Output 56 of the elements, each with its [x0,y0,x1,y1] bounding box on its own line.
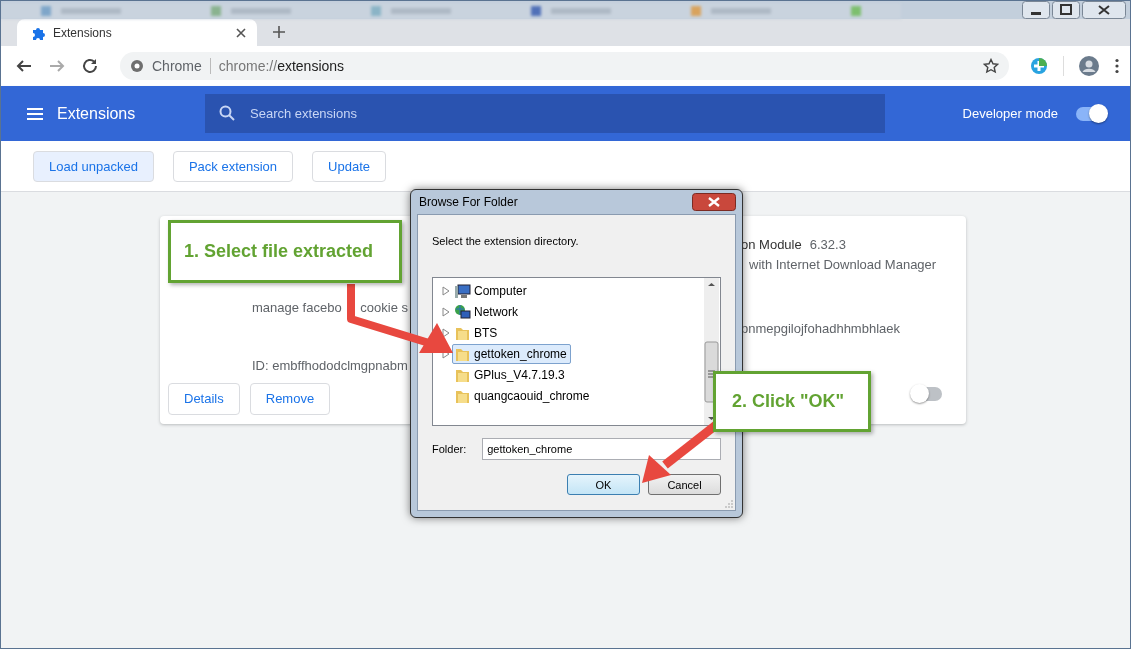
close-button[interactable] [1082,1,1126,19]
resize-grip-icon [725,500,733,508]
computer-icon [454,282,471,299]
search-icon [219,105,235,121]
reload-icon[interactable] [81,57,99,75]
toolbar-button[interactable]: Load unpacked [33,150,154,182]
star-icon[interactable] [983,58,999,74]
menu-icon[interactable] [27,107,43,120]
callout-label: 1. Select file extracted [168,220,402,283]
description-text: cookie s [360,299,408,315]
tab-title: Extensions [53,25,113,40]
dialog-button[interactable]: OK [567,474,640,495]
tree-item[interactable]: GPlus_V4.7.19.3 [452,364,569,385]
instruction-text: Select the extension directory. [432,235,580,247]
chrome-icon [130,59,144,73]
toolbar-button[interactable]: Update [312,150,386,182]
url-text: chrome://extensions [218,58,345,74]
expand-icon[interactable] [442,327,450,338]
description-text: with Internet Download Manager [749,256,937,272]
site-label: Chrome [152,58,202,74]
puzzle-icon [31,25,45,40]
extension-toggle[interactable] [912,387,942,401]
browser-tab[interactable]: Extensions [17,19,257,46]
close-icon[interactable] [235,26,247,39]
expand-icon[interactable] [442,285,450,296]
avatar-icon[interactable] [1079,56,1099,76]
card-button[interactable]: Remove [249,382,331,415]
page-title: Extensions [57,104,137,123]
dialog-button[interactable]: Cancel [648,474,721,495]
network-icon [454,303,471,320]
minimize-button[interactable] [1022,1,1050,19]
new-tab-icon[interactable] [271,24,287,40]
developer-mode-label: Developer mode [962,106,1058,121]
description-text: manage facebo [252,299,342,315]
expand-icon[interactable] [442,306,450,317]
extension-icon[interactable] [1030,57,1048,75]
close-button[interactable] [692,193,736,211]
folder-field[interactable]: gettoken_chrome [482,438,721,460]
tree-item[interactable]: Network [452,301,522,322]
tree-item[interactable]: BTS [452,322,502,343]
toolbar-button[interactable]: Pack extension [172,150,294,182]
tree-item[interactable]: quangcaouid_chrome [452,385,594,406]
tree-item[interactable]: Computer [452,280,531,301]
extension-id: ID: embffhododclmgpnabm [252,357,408,373]
address-bar[interactable]: Chrome chrome://extensions [120,52,1009,80]
folder-label: Folder: [432,443,467,455]
callout-label: 2. Click "OK" [713,371,871,432]
developer-mode-toggle[interactable] [1076,106,1106,121]
version-text: 6.32.3 [809,236,846,252]
extension-id: pnmepgilojfohadhhmbhlaek [741,319,901,338]
dialog-title: Browse For Folder [419,195,518,209]
card-button[interactable]: Details [168,382,240,415]
maximize-button[interactable] [1052,1,1080,19]
menu-icon[interactable] [1114,58,1120,74]
search-field[interactable]: Search extensions [205,94,885,133]
tree-item[interactable]: gettoken_chrome [452,343,571,364]
